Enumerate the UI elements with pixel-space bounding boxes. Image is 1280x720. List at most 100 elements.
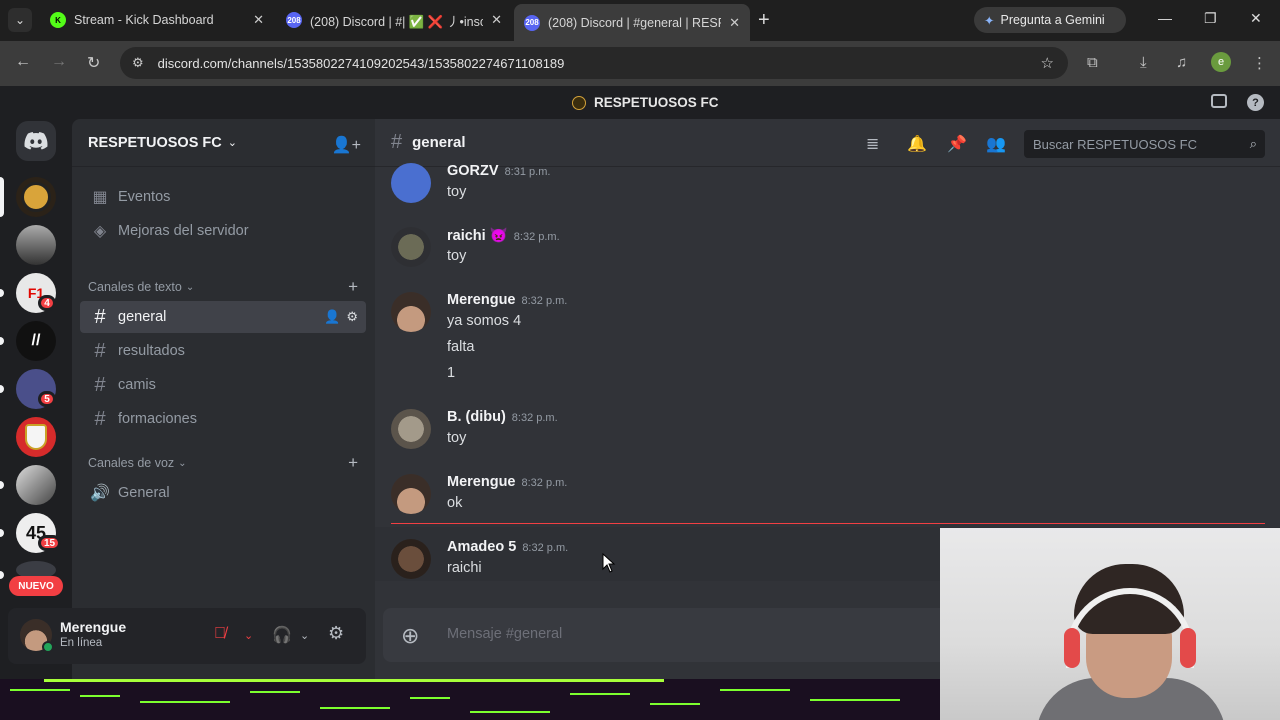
- hash-icon: #: [94, 407, 106, 430]
- voice-channel-general[interactable]: 🔊 General: [80, 477, 366, 509]
- pin-icon[interactable]: 📌: [947, 134, 967, 154]
- back-arrow-icon[interactable]: ←: [15, 53, 31, 71]
- channel-general[interactable]: # general 👤 ⚙: [80, 301, 366, 333]
- message-text: toy: [447, 430, 467, 446]
- visualizer-bar: [570, 693, 630, 695]
- unread-pill: [0, 385, 4, 393]
- hash-icon: #: [94, 305, 106, 328]
- author-name: Amadeo 5: [447, 539, 517, 555]
- server-kings-league-icon[interactable]: //: [16, 321, 56, 361]
- create-channel-icon[interactable]: +: [348, 453, 358, 473]
- message-author[interactable]: Merengue 8:32 p.m.: [447, 474, 567, 490]
- author-name: Merengue: [447, 474, 516, 490]
- search-input[interactable]: Buscar RESPETUOSOS FC ⌕: [1024, 130, 1265, 158]
- mic-muted-icon[interactable]: 🎙̸: [214, 625, 226, 643]
- inbox-icon[interactable]: [1211, 94, 1227, 108]
- server-header[interactable]: RESPETUOSOS FC ⌄ 👤+: [72, 119, 375, 167]
- site-info-icon[interactable]: ⚙: [132, 55, 144, 71]
- minimize-icon[interactable]: —: [1158, 10, 1172, 26]
- message-author[interactable]: raichi 👿 8:32 p.m.: [447, 227, 560, 244]
- browser-tab-discord-1[interactable]: 208 (208) Discord | #| ✅ ❌ 丿•inscr ✕: [276, 4, 512, 36]
- search-icon: ⌕: [1249, 136, 1257, 151]
- avatar[interactable]: [391, 539, 431, 579]
- avatar[interactable]: [391, 227, 431, 267]
- profile-avatar[interactable]: e: [1211, 52, 1231, 72]
- gear-icon[interactable]: ⚙: [328, 623, 344, 644]
- selected-server-pill: [0, 177, 4, 217]
- add-member-icon[interactable]: 👤+: [332, 135, 361, 155]
- sidebar-item-label: Mejoras del servidor: [118, 223, 249, 239]
- browser-toolbar: ← → ↻ ⚙ discord.com/channels/15358022741…: [0, 41, 1280, 86]
- forward-arrow-icon[interactable]: →: [51, 53, 67, 71]
- server-respetuosos-icon[interactable]: [16, 177, 56, 217]
- close-window-icon[interactable]: ✕: [1250, 10, 1262, 27]
- avatar[interactable]: [391, 163, 431, 203]
- reload-icon[interactable]: ↻: [87, 53, 100, 73]
- browser-menu-icon[interactable]: ⋮: [1252, 54, 1267, 72]
- chevron-down-icon[interactable]: ⌄: [300, 629, 309, 642]
- visualizer-bar: [720, 689, 790, 691]
- help-icon[interactable]: ?: [1247, 94, 1264, 111]
- visualizer-bar: [650, 703, 700, 705]
- server-group-photo-icon[interactable]: [16, 225, 56, 265]
- channel-label: General: [118, 485, 170, 501]
- gear-icon[interactable]: ⚙: [346, 309, 358, 325]
- close-tab-icon[interactable]: ✕: [491, 12, 502, 28]
- server-name: RESPETUOSOS FC: [88, 134, 222, 151]
- headset-ear-right: [1180, 628, 1196, 668]
- hash-icon: #: [94, 339, 106, 362]
- create-channel-icon[interactable]: +: [348, 277, 358, 297]
- threads-icon[interactable]: ≣: [866, 134, 879, 154]
- mention-badge: 5: [38, 391, 56, 407]
- message-text: ok: [447, 495, 463, 511]
- server-f1-car-icon[interactable]: [16, 465, 56, 505]
- close-tab-icon[interactable]: ✕: [253, 12, 264, 28]
- calendar-icon: ▦: [92, 189, 108, 206]
- discord-title-bar: RESPETUOSOS FC ?: [0, 86, 1280, 119]
- discord-favicon-icon: 208: [286, 12, 302, 28]
- message-author[interactable]: B. (dibu) 8:32 p.m.: [447, 409, 558, 425]
- media-control-icon[interactable]: ♫: [1176, 54, 1187, 71]
- sidebar-item-events[interactable]: ▦ Eventos: [80, 181, 366, 213]
- discord-home-icon[interactable]: [16, 121, 56, 161]
- message-text: raichi: [447, 560, 482, 576]
- avatar[interactable]: [391, 409, 431, 449]
- restore-icon[interactable]: ❐: [1204, 10, 1217, 27]
- new-badge[interactable]: NUEVO: [9, 576, 63, 596]
- message-author[interactable]: GORZV 8:31 p.m.: [447, 163, 550, 179]
- visualizer-bar: [410, 697, 450, 699]
- close-tab-icon[interactable]: ✕: [729, 15, 740, 31]
- address-bar[interactable]: ⚙ discord.com/channels/15358022741092025…: [120, 47, 1068, 79]
- sidebar-item-boosts[interactable]: ◈ Mejoras del servidor: [80, 215, 366, 247]
- gemini-button[interactable]: ✦ Pregunta a Gemini: [974, 7, 1126, 33]
- message-author[interactable]: Amadeo 5 8:32 p.m.: [447, 539, 568, 555]
- new-tab-icon[interactable]: +: [758, 9, 770, 32]
- message-author[interactable]: Merengue 8:32 p.m.: [447, 292, 567, 308]
- author-name: GORZV: [447, 163, 499, 179]
- bell-icon[interactable]: 🔔: [907, 134, 927, 154]
- server-benfica-icon[interactable]: [16, 417, 56, 457]
- extensions-icon[interactable]: ⧉: [1087, 54, 1098, 71]
- invite-icon[interactable]: 👤: [324, 309, 340, 325]
- chevron-down-icon: ⌄: [178, 457, 187, 469]
- unread-pill: [0, 337, 4, 345]
- server-badge-icon: [572, 95, 586, 110]
- member-list-icon[interactable]: 👥: [986, 134, 1006, 154]
- add-attachment-icon[interactable]: ⊕: [401, 623, 419, 649]
- bookmark-star-icon[interactable]: ☆: [1041, 54, 1054, 72]
- channel-formaciones[interactable]: # formaciones: [80, 403, 366, 435]
- visualizer-bar: [80, 695, 120, 697]
- download-icon[interactable]: ⤓: [1140, 54, 1147, 71]
- headphones-icon[interactable]: 🎧: [272, 625, 292, 645]
- voice-channels-category[interactable]: Canales de voz ⌄ +: [88, 453, 358, 473]
- avatar[interactable]: [391, 292, 431, 332]
- text-channels-category[interactable]: Canales de texto ⌄ +: [88, 277, 358, 297]
- avatar[interactable]: [391, 474, 431, 514]
- channel-resultados[interactable]: # resultados: [80, 335, 366, 367]
- mention-badge: 4: [38, 295, 56, 311]
- channel-camis[interactable]: # camis: [80, 369, 366, 401]
- tab-search-chevron-icon[interactable]: ⌄: [8, 8, 32, 32]
- chevron-down-icon[interactable]: ⌄: [244, 629, 253, 642]
- browser-tab-discord-active[interactable]: 208 (208) Discord | #general | RESPE ✕: [514, 4, 750, 41]
- browser-tab-kick[interactable]: K Stream - Kick Dashboard ✕: [40, 4, 274, 36]
